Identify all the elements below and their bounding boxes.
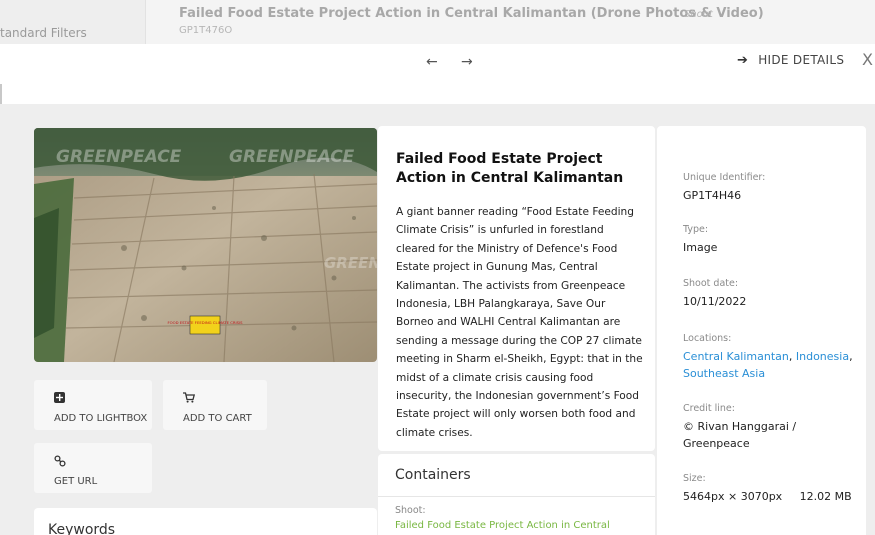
arrow-right-icon: ➔ bbox=[737, 53, 749, 68]
standard-filters-label[interactable]: tandard Filters bbox=[0, 26, 87, 40]
unique-identifier-value: GP1T4H46 bbox=[683, 189, 742, 202]
location-link-indonesia[interactable]: Indonesia bbox=[796, 350, 849, 363]
containers-heading: Containers bbox=[395, 467, 471, 483]
watermark-middle: GREENPE bbox=[324, 254, 377, 272]
size-label: Size: bbox=[683, 473, 706, 484]
aerial-deforestation-image: FOOD ESTATE FEEDING CLIMATE CRISIS GREEN… bbox=[34, 128, 377, 362]
standard-filters-panel[interactable]: tandard Filters bbox=[0, 0, 146, 44]
add-to-lightbox-label: ADD TO LIGHTBOX bbox=[54, 413, 148, 424]
asset-caption: A giant banner reading “Food Estate Feed… bbox=[396, 206, 643, 439]
asset-title: Failed Food Estate Project Action in Cen… bbox=[396, 151, 624, 186]
locations-value: Central Kalimantan, Indonesia, Southeast… bbox=[683, 350, 853, 380]
hide-details-label: HIDE DETAILS bbox=[758, 53, 845, 67]
shoot-date-label: Shoot date: bbox=[683, 278, 739, 289]
type-label: Type: bbox=[683, 224, 709, 235]
banner-text: FOOD ESTATE FEEDING CLIMATE CRISIS bbox=[167, 320, 243, 325]
containers-card: Containers Shoot: Failed Food Estate Pro… bbox=[378, 454, 655, 535]
background-item-title[interactable]: Failed Food Estate Project Action in Cen… bbox=[179, 6, 764, 21]
metadata-card: Unique Identifier: GP1T4H46 Type: Image … bbox=[657, 126, 866, 535]
add-to-lightbox-button[interactable]: ADD TO LIGHTBOX bbox=[34, 380, 152, 430]
close-icon[interactable]: X bbox=[862, 50, 873, 69]
location-link-central-kalimantan[interactable]: Central Kalimantan bbox=[683, 350, 789, 363]
keywords-heading: Keywords bbox=[48, 522, 116, 535]
link-icon bbox=[54, 455, 66, 470]
get-url-label: GET URL bbox=[54, 476, 98, 487]
watermark-right: GREENPEACE bbox=[229, 147, 355, 167]
add-to-cart-button[interactable]: ADD TO CART bbox=[163, 380, 267, 430]
add-to-cart-label: ADD TO CART bbox=[183, 413, 252, 424]
shoot-label: Shoot: bbox=[395, 505, 426, 516]
divider bbox=[378, 496, 655, 497]
detail-modal: ← → ➔ HIDE DETAILS X FOOD ESTATE FEEDING… bbox=[0, 44, 875, 535]
shoot-link[interactable]: Failed Food Estate Project Action in Cen… bbox=[395, 520, 610, 531]
asset-photo[interactable]: FOOD ESTATE FEEDING CLIMATE CRISIS GREEN… bbox=[34, 128, 377, 362]
get-url-button[interactable]: GET URL bbox=[34, 443, 152, 493]
next-arrow-icon[interactable]: → bbox=[461, 54, 473, 70]
keywords-panel[interactable]: Keywords bbox=[34, 508, 377, 535]
cart-icon bbox=[183, 392, 196, 406]
modal-toolbar: ← → ➔ HIDE DETAILS X bbox=[0, 44, 875, 104]
description-card: Failed Food Estate Project Action in Cen… bbox=[378, 126, 655, 451]
watermark-left: GREENPEACE bbox=[56, 147, 182, 167]
credit-line-value: © Rivan Hanggarai / Greenpeace bbox=[683, 420, 797, 450]
location-link-southeast-asia[interactable]: Southeast Asia bbox=[683, 367, 765, 380]
left-edge-marker bbox=[0, 84, 3, 104]
shoot-date-value: 10/11/2022 bbox=[683, 295, 747, 308]
background-item-code: GP1T476O bbox=[179, 25, 233, 36]
plus-square-icon bbox=[54, 392, 65, 406]
credit-line-label: Credit line: bbox=[683, 403, 735, 414]
size-value: 5464px × 3070px 12.02 MB bbox=[683, 490, 852, 503]
type-value: Image bbox=[683, 241, 718, 254]
background-shoot-tag: Shoot bbox=[684, 9, 713, 20]
locations-label: Locations: bbox=[683, 333, 732, 344]
hide-details-button[interactable]: ➔ HIDE DETAILS bbox=[737, 53, 844, 68]
unique-identifier-label: Unique Identifier: bbox=[683, 172, 766, 183]
previous-arrow-icon[interactable]: ← bbox=[426, 54, 438, 70]
